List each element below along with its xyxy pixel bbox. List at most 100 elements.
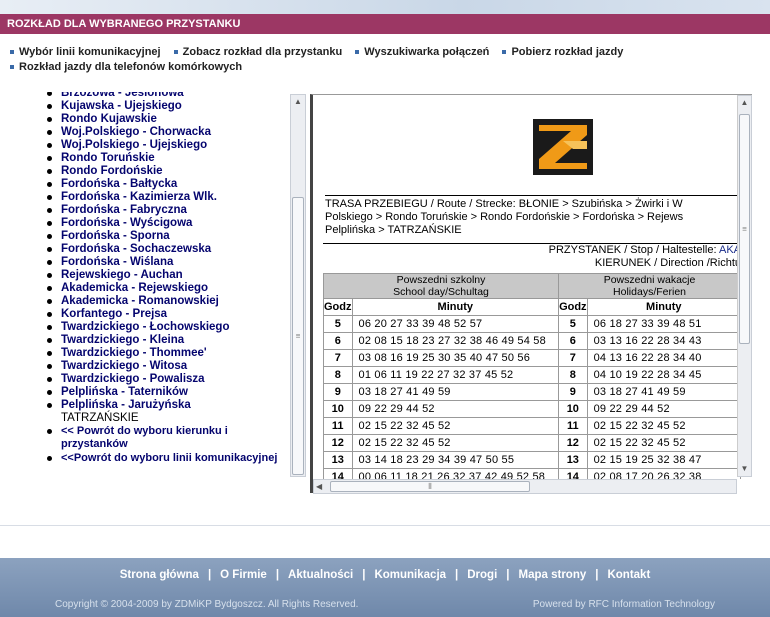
footer-separator: |	[506, 569, 510, 581]
timetable-content: TRASA PRZEBIEGU / Route / Strecke: BŁONI…	[323, 105, 741, 479]
scroll-up-icon[interactable]: ▲	[291, 95, 305, 109]
scroll-thumb[interactable]: ≡	[292, 197, 304, 475]
table-row: 10 09 22 29 44 52 10 09 22 29 44 52	[323, 400, 741, 418]
stop-item[interactable]: Twardzickiego - Łochowskiego	[40, 321, 288, 334]
stop-item[interactable]: Fordońska - Sporna	[40, 230, 288, 243]
minutes-cell: 02 15 22 32 45 52	[586, 434, 741, 452]
stop-item[interactable]: Pelplińska - Jarużyńska	[40, 399, 288, 412]
minutes-cell: 04 10 19 22 28 34 45	[586, 366, 741, 384]
minutes-col-header: Minuty	[586, 298, 741, 316]
stop-item[interactable]: Brzozowa - Jesionowa	[40, 92, 288, 100]
hour-cell: 10	[323, 400, 353, 418]
back-to-direction-link[interactable]: << Powrót do wyboru kierunku i przystank…	[40, 425, 288, 451]
minutes-cell: 04 13 16 22 28 34 40	[586, 349, 741, 367]
stop-item[interactable]: Fordońska - Sochaczewska	[40, 243, 288, 256]
stop-item[interactable]: Akademicka - Rejewskiego	[40, 282, 288, 295]
stop-item[interactable]: Rondo Fordońskie	[40, 165, 288, 178]
stop-item[interactable]: Fordońska - Wiślana	[40, 256, 288, 269]
link-stop-timetable[interactable]: Zobacz rozkład dla przystanku	[173, 46, 342, 58]
timetable-body: 5 06 20 27 33 39 48 52 57 5 06 18 27 33 39 …	[323, 315, 741, 479]
zdmikp-logo-icon	[533, 119, 593, 175]
stop-item[interactable]: Pelplińska - Taterników	[40, 386, 288, 399]
stop-item[interactable]: Fordońska - Kazimierza Wlk.	[40, 191, 288, 204]
hour-cell: 14	[323, 468, 353, 479]
footer-link[interactable]: Strona główna	[120, 569, 199, 581]
table-row: 13 03 14 18 23 29 34 39 47 50 55 13 02 15 1…	[323, 451, 741, 469]
stop-item[interactable]: Rondo Toruńskie	[40, 152, 288, 165]
footer-link[interactable]: Aktualności	[288, 569, 353, 581]
table-row: 12 02 15 22 32 45 52 12 02 15 22 32 45 52	[323, 434, 741, 452]
bullet-icon	[10, 50, 14, 55]
footer-separator: |	[362, 569, 366, 581]
hour-col-header: Godz	[323, 298, 353, 316]
top-decorative-band	[0, 0, 770, 14]
stop-item[interactable]: Woj.Polskiego - Chorwacka	[40, 126, 288, 139]
stop-item[interactable]: Rejewskiego - Auchan	[40, 269, 288, 282]
hour-cell: 5	[558, 315, 588, 333]
hour-cell: 7	[323, 349, 353, 367]
link-connection-search[interactable]: Wyszukiwarka połączeń	[355, 46, 489, 58]
hour-cell: 10	[558, 400, 588, 418]
minutes-cell: 06 18 27 33 39 48 51	[586, 315, 741, 333]
left-scrollbar[interactable]: ▲ ≡	[290, 94, 306, 477]
hour-cell: 11	[558, 417, 588, 435]
bullet-icon	[10, 65, 14, 70]
stop-item[interactable]: Rondo Kujawskie	[40, 113, 288, 126]
minutes-cell: 03 18 27 41 49 59	[351, 383, 560, 401]
minutes-cell: 02 08 17 20 26 32 38	[586, 468, 741, 479]
link-download-timetable[interactable]: Pobierz rozkład jazdy	[502, 46, 623, 58]
hour-cell: 12	[323, 434, 353, 452]
link-line-selection[interactable]: Wybór linii komunikacyjnej	[10, 46, 161, 58]
scroll-left-icon[interactable]: ◀	[316, 480, 322, 493]
hour-cell: 7	[558, 349, 588, 367]
minutes-cell: 09 22 29 44 52	[586, 400, 741, 418]
footer-nav: Strona główna | O Firmie | Aktualności | Komun…	[0, 569, 770, 581]
footer-separator: |	[595, 569, 599, 581]
hour-cell: 8	[323, 366, 353, 384]
minutes-cell: 02 15 22 32 45 52	[351, 434, 560, 452]
scroll-thumb[interactable]: ⦀	[330, 481, 530, 492]
stop-item[interactable]: Twardzickiego - Witosa	[40, 360, 288, 373]
minutes-cell: 06 20 27 33 39 48 52 57	[351, 315, 560, 333]
footer-link[interactable]: O Firmie	[220, 569, 267, 581]
minutes-cell: 02 15 19 25 32 38 47	[586, 451, 741, 469]
stop-item[interactable]: Fordońska - Fabryczna	[40, 204, 288, 217]
footer-link[interactable]: Mapa strony	[519, 569, 587, 581]
stop-item[interactable]: Fordońska - Wyścigowa	[40, 217, 288, 230]
frame-scrollbar[interactable]: ▲ ≡ ▼	[737, 95, 752, 477]
stop-item[interactable]: Akademicka - Romanowskiej	[40, 295, 288, 308]
scroll-down-icon[interactable]: ▼	[738, 462, 751, 476]
nav-links: Wybór linii komunikacyjnej Zobacz rozkła…	[10, 45, 760, 75]
scroll-thumb[interactable]: ≡	[739, 114, 750, 344]
copyright: Copyright © 2004-2009 by ZDMiKP Bydgoszc…	[55, 599, 359, 610]
table-row: 11 02 15 22 32 45 52 11 02 15 22 32 45 52	[323, 417, 741, 435]
bullet-icon	[355, 50, 360, 55]
stop-item[interactable]: Korfantego - Prejsa	[40, 308, 288, 321]
back-to-line-link[interactable]: <<Powrót do wyboru linii komunikacyjnej	[40, 452, 288, 465]
stop-item[interactable]: Fordońska - Bałtycka	[40, 178, 288, 191]
table-row: 8 01 06 11 19 22 27 32 37 45 52 8 04 10 19 …	[323, 366, 741, 384]
content-divider	[0, 525, 770, 526]
stop-item[interactable]: Twardzickiego - Powalisza	[40, 373, 288, 386]
hour-cell: 9	[323, 383, 353, 401]
minutes-cell: 09 22 29 44 52	[351, 400, 560, 418]
stop-item[interactable]: Twardzickiego - Thommee'	[40, 347, 288, 360]
link-mobile-timetable[interactable]: Rozkład jazdy dla telefonów komórkowych	[10, 61, 242, 73]
school-day-header: Powszedni szkolny School day/Schultag	[323, 273, 560, 299]
stop-item[interactable]: Kujawska - Ujejskiego	[40, 100, 288, 113]
scroll-up-icon[interactable]: ▲	[738, 96, 751, 110]
timetable-table: Powszedni szkolny School day/Schultag Pow…	[323, 273, 741, 479]
minutes-cell: 02 15 22 32 45 52	[586, 417, 741, 435]
footer-link[interactable]: Kontakt	[607, 569, 650, 581]
current-stop: TATRZAŃSKIE	[61, 412, 139, 424]
stop-item[interactable]: Woj.Polskiego - Ujejskiego	[40, 139, 288, 152]
minutes-cell: 03 08 16 19 25 30 35 40 47 50 56	[351, 349, 560, 367]
hour-cell: 13	[558, 451, 588, 469]
back-links: << Powrót do wyboru kierunku i przystank…	[40, 425, 288, 465]
footer-link[interactable]: Komunikacja	[374, 569, 446, 581]
stop-item[interactable]: Twardzickiego - Kleina	[40, 334, 288, 347]
frame-horizontal-scrollbar[interactable]: ◀ ⦀	[313, 479, 737, 494]
hour-col-header: Godz	[558, 298, 588, 316]
bullet-icon	[173, 50, 178, 55]
footer-link[interactable]: Drogi	[467, 569, 497, 581]
